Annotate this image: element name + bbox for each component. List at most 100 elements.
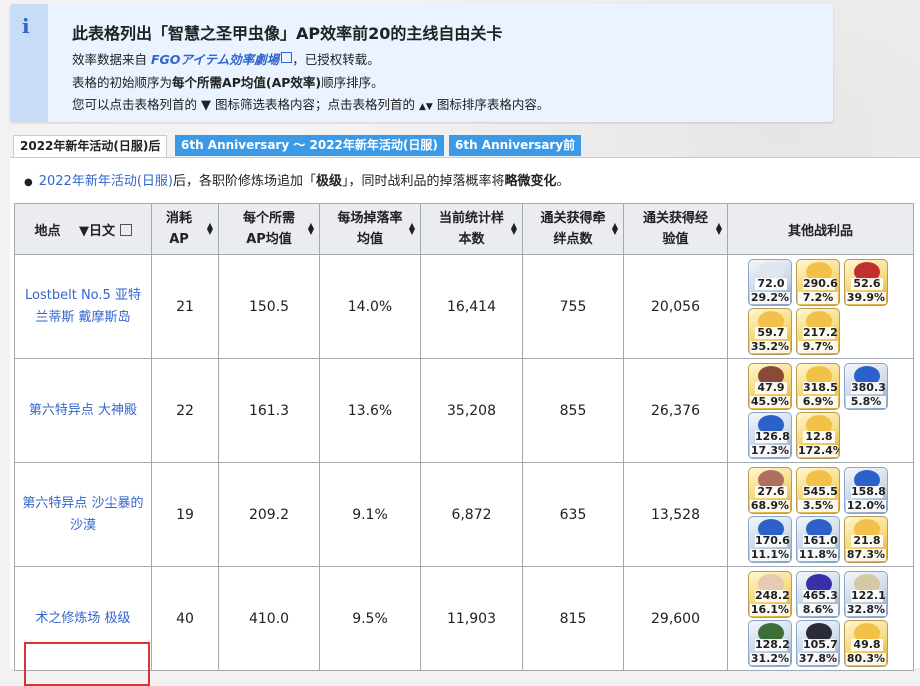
drop-item[interactable]: 47.9 45.9% [748, 362, 792, 410]
location-cell-text[interactable]: Lostbelt No.5 亚特兰蒂斯 戴摩斯岛 [19, 285, 147, 329]
drop-quantity: 128.2 [755, 637, 790, 651]
drop-rate: 80.3% [846, 651, 886, 665]
drop-item[interactable]: 52.6 39.9% [844, 258, 888, 306]
drop-item[interactable]: 49.8 80.3% [844, 619, 888, 667]
sort-icon: ▲▼ [418, 102, 433, 112]
note-link[interactable]: 2022年新年活动(日服) [39, 174, 173, 189]
drop-rate: 9.7% [798, 340, 838, 353]
bond-cell: 815 [522, 566, 624, 671]
ap-cell-text: 40 [176, 610, 194, 627]
drop-rate: 29.2% [750, 290, 790, 304]
order-suffix: 顺序排序。 [321, 75, 384, 90]
drop-quantity: 49.8 [851, 638, 883, 651]
japanese-checkbox[interactable] [119, 223, 132, 236]
col-ap[interactable]: 消耗AP ▲ ▼ [151, 203, 219, 255]
drop-item[interactable]: 170.6 11.1% [748, 515, 792, 563]
drop-item[interactable]: 217.2 9.7% [796, 307, 840, 355]
drop-item[interactable]: 380.3 5.8% [844, 362, 888, 410]
drop-item[interactable]: 465.3 8.6% [796, 570, 840, 618]
drop-item[interactable]: 161.0 11.8% [796, 515, 840, 563]
ap-avg-cell-text: 150.5 [248, 298, 290, 315]
drop-item[interactable]: 545.5 3.5% [796, 466, 840, 514]
sort-icon[interactable]: ▲ ▼ [207, 222, 213, 236]
drop-quantity: 158.8 [851, 484, 886, 498]
drop-item[interactable]: 318.5 6.9% [796, 362, 840, 410]
filter-icon[interactable]: ▼ [79, 224, 89, 239]
sort-icon[interactable]: ▲ ▼ [409, 222, 415, 236]
drop-quantity: 161.0 [803, 533, 838, 547]
location-cell[interactable]: 第六特异点 大神殿 [14, 358, 152, 463]
samples-cell: 6,872 [420, 462, 523, 567]
col-samples[interactable]: 当前统计样本数 ▲ ▼ [420, 203, 523, 255]
bond-cell: 635 [522, 462, 624, 567]
col-exp-label: 通关获得经验值 [642, 211, 708, 247]
drop-item[interactable]: 126.8 17.3% [748, 411, 792, 459]
drop-item[interactable]: 27.6 68.9% [748, 466, 792, 514]
bond-cell-text: 755 [559, 298, 587, 315]
sort-icon[interactable]: ▲ ▼ [716, 222, 722, 236]
drop-rate: 3.5% [798, 499, 838, 512]
ap-avg-cell-text: 209.2 [248, 506, 290, 523]
ap-avg-cell: 161.3 [218, 358, 320, 463]
col-location[interactable]: 地点 ▼日文 [14, 203, 152, 255]
drops-cell: 248.2 16.1% 465.3 8.6% 122.1 32.8% 128.2 31.2% 1… [727, 566, 914, 671]
drop-quantity: 545.5 [803, 484, 838, 498]
info-line-order: 表格的初始顺序为每个所需AP均值(AP效率)顺序排序。 [72, 72, 384, 91]
location-cell-text[interactable]: 第六特异点 大神殿 [19, 400, 147, 422]
drop-item[interactable]: 158.8 12.0% [844, 466, 888, 514]
sort-icon[interactable]: ▲ ▼ [612, 222, 618, 236]
location-cell-text[interactable]: 第六特异点 沙尘暴的沙漠 [19, 493, 147, 537]
tab-6th-anniversary-to-2022[interactable]: 6th Anniversary ～ 2022年新年活动(日服) [175, 135, 444, 156]
sort-icon[interactable]: ▲ ▼ [308, 222, 314, 236]
drop-item[interactable]: 248.2 16.1% [748, 570, 792, 618]
source-prefix: 效率数据来自 [72, 52, 148, 67]
drop-quantity: 248.2 [755, 588, 790, 602]
ap-cell: 22 [151, 358, 219, 463]
source-link[interactable]: FGOアイテム効率劇場 [151, 52, 279, 67]
tab-2022-new-year-after[interactable]: 2022年新年活动(日服)后 [13, 135, 168, 159]
drop-item[interactable]: 59.7 35.2% [748, 307, 792, 355]
bond-cell-text: 815 [559, 610, 587, 627]
drop-quantity: 122.1 [851, 588, 886, 602]
drop-item[interactable]: 12.8 172.4% [796, 411, 840, 459]
drop-rate: 172.4% [798, 443, 840, 457]
sort-icon[interactable]: ▲ ▼ [511, 222, 517, 236]
drop-rate-cell-text: 9.5% [352, 610, 388, 627]
location-cell[interactable]: Lostbelt No.5 亚特兰蒂斯 戴摩斯岛 [14, 254, 152, 359]
note-mid: 后，各职阶修炼场追加「 [172, 174, 316, 189]
col-ap-avg[interactable]: 每个所需AP均值 ▲ ▼ [218, 203, 320, 255]
drop-item[interactable]: 21.8 87.3% [844, 515, 888, 563]
table-row: Lostbelt No.5 亚特兰蒂斯 戴摩斯岛 21 150.5 14.0% 16,4… [14, 254, 914, 359]
info-icon: i [22, 14, 30, 38]
drops-cell: 47.9 45.9% 318.5 6.9% 380.3 5.8% 126.8 17.3% 12.… [727, 358, 914, 463]
exp-cell: 20,056 [623, 254, 728, 359]
highlight-box [24, 642, 150, 686]
drop-rate: 31.2% [750, 651, 790, 665]
exp-cell: 29,600 [623, 566, 728, 671]
col-drop-rate[interactable]: 每场掉落率均值 ▲ ▼ [319, 203, 421, 255]
tab-6th-anniversary-before[interactable]: 6th Anniversary前 [449, 135, 582, 156]
col-bond[interactable]: 通关获得牵绊点数 ▲ ▼ [522, 203, 624, 255]
drops-grid: 72.0 29.2% 290.6 7.2% 52.6 39.9% 59.7 35.2% 217.… [748, 257, 913, 357]
samples-cell: 16,414 [420, 254, 523, 359]
drop-item[interactable]: 290.6 7.2% [796, 258, 840, 306]
drop-rate: 11.8% [798, 547, 838, 561]
drop-item[interactable]: 105.7 37.8% [796, 619, 840, 667]
note-mid2: 」，同时战利品的掉落概率将 [342, 174, 505, 189]
drop-item[interactable]: 122.1 32.8% [844, 570, 888, 618]
order-prefix: 表格的初始顺序为 [72, 75, 173, 90]
drop-item[interactable]: 72.0 29.2% [748, 258, 792, 306]
col-other-drops: 其他战利品 [727, 203, 914, 255]
drop-rate-cell: 14.0% [319, 254, 421, 359]
location-cell-text[interactable]: 术之修炼场 极级 [19, 608, 147, 630]
info-box: i 此表格列出「智慧之圣甲虫像」AP效率前20的主线自由关卡 效率数据来自 FG… [10, 4, 833, 122]
location-cell[interactable]: 第六特异点 沙尘暴的沙漠 [14, 462, 152, 567]
drop-item[interactable]: 128.2 31.2% [748, 619, 792, 667]
col-exp[interactable]: 通关获得经验值 ▲ ▼ [623, 203, 728, 255]
drop-quantity: 47.9 [755, 381, 787, 394]
filter-label: 日文 [89, 223, 116, 239]
ap-avg-cell: 209.2 [218, 462, 320, 567]
col-bond-label: 通关获得牵绊点数 [540, 211, 606, 247]
info-title: 此表格列出「智慧之圣甲虫像」AP效率前20的主线自由关卡 [72, 24, 503, 43]
ap-avg-cell-text: 161.3 [248, 402, 290, 419]
